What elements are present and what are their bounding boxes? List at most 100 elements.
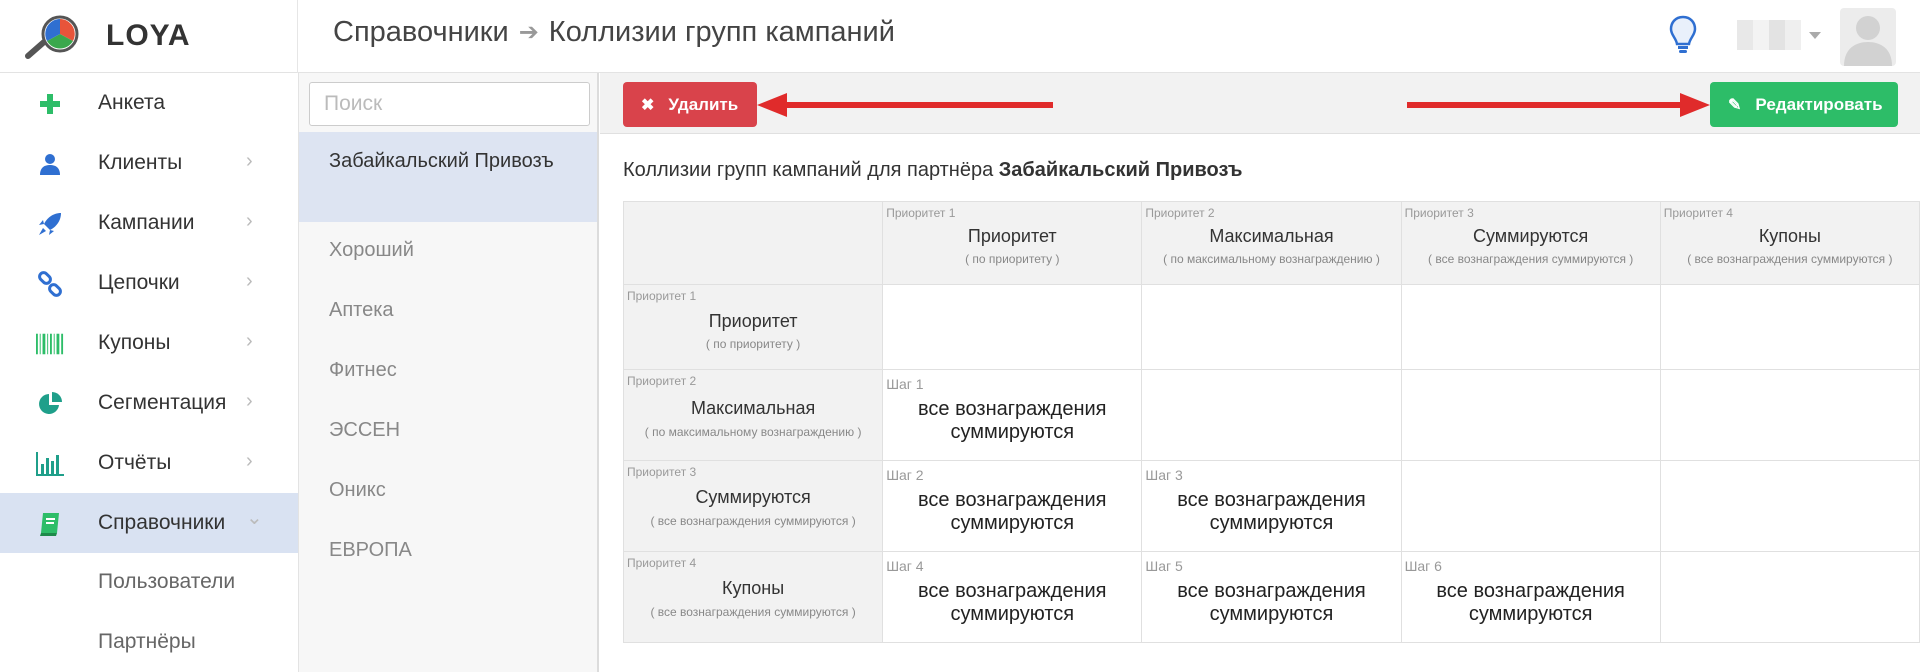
row-priority: Приоритет 2 [627,374,697,388]
matrix-cell-empty[interactable] [1400,460,1661,552]
logo[interactable]: LOYA [0,0,298,73]
close-icon: ✖ [641,96,655,114]
user-name[interactable] [1737,20,1801,50]
user-avatar-icon [1844,16,1892,66]
barcode-icon [36,330,64,358]
user-icon [36,150,64,178]
page-title: Коллизии групп кампаний [548,16,895,48]
row-priority: Приоритет 3 [627,465,697,479]
chevron-down-icon: ⌄ [246,507,263,529]
sidebar-item-label: Клиенты [98,151,183,174]
sidebar-item-clients[interactable]: Клиенты › [0,133,298,193]
partners-panel: Забайкальский Привозъ Хороший Аптека Фит… [299,73,599,672]
chevron-right-icon: › [246,150,253,172]
column-name: Суммируются [1473,226,1589,246]
sidebar-subitem-users[interactable]: Пользователи [98,570,235,594]
step-text: все вознаграждения суммируются [918,580,1107,625]
column-priority: Приоритет 1 [886,206,956,220]
matrix-row: Приоритет 1 Приоритет ( по приоритету ) [622,284,1920,370]
partner-item[interactable]: ЭССЕН [299,419,597,442]
lightbulb-icon[interactable] [1668,14,1698,56]
avatar[interactable] [1840,8,1896,66]
column-priority: Приоритет 2 [1145,206,1215,220]
partner-item[interactable]: Хороший [299,239,597,262]
sidebar-item-segmentation[interactable]: Сегментация › [0,373,298,433]
matrix-cell-empty[interactable] [1141,284,1402,370]
matrix-cell-empty[interactable] [1400,284,1661,370]
sidebar-item-campaigns[interactable]: Кампании › [0,193,298,253]
sidebar-item-coupons[interactable]: Купоны › [0,313,298,373]
row-desc: ( по приоритету ) [705,337,801,351]
partner-item-active[interactable]: Забайкальский Привозъ [299,132,597,222]
column-header: Приоритет 2 Максимальная ( по максимальн… [1141,201,1402,285]
row-header: Приоритет 1 Приоритет ( по приоритету ) [622,284,884,370]
search-input[interactable] [309,82,590,126]
sidebar-item-chains[interactable]: Цепочки › [0,253,298,313]
column-desc: ( все вознаграждения суммируются ) [1687,252,1893,266]
column-desc: ( по приоритету ) [965,252,1060,266]
bar-chart-icon [36,450,64,478]
pie-chart-icon [36,390,64,418]
sidebar-item-directories[interactable]: Справочники ⌄ [0,493,298,553]
row-priority: Приоритет 1 [627,289,697,303]
step-label: Шаг 6 [1404,558,1442,574]
matrix-header-row: Приоритет 1 Приоритет ( по приоритету ) … [622,201,1920,285]
column-desc: ( все вознаграждения суммируются ) [1428,252,1634,266]
rocket-icon [36,210,64,238]
edit-button-label: Редактировать [1755,94,1883,114]
matrix-cell[interactable]: Шаг 1 все вознаграждения суммируются [882,369,1143,461]
matrix-cell[interactable]: Шаг 2 все вознаграждения суммируются [882,460,1143,552]
step-label: Шаг 1 [886,376,924,392]
step-text: все вознаграждения суммируются [1177,489,1366,534]
matrix-cell[interactable]: Шаг 6 все вознаграждения суммируются [1400,551,1661,643]
sidebar-item-label: Кампании [98,211,195,234]
plus-icon [36,90,64,118]
partner-item[interactable]: ЕВРОПА [299,539,597,562]
breadcrumb: Справочники ➔ Коллизии групп кампаний [333,16,895,49]
step-text: все вознаграждения суммируются [1177,580,1366,625]
matrix-cell[interactable]: Шаг 3 все вознаграждения суммируются [1141,460,1402,552]
sidebar-item-anketa[interactable]: Анкета [0,73,298,133]
column-name: Приоритет [967,226,1057,246]
sidebar-item-label: Купоны [98,331,171,354]
sidebar-item-label: Сегментация [98,391,227,414]
partner-item[interactable]: Фитнес [299,359,597,382]
chevron-right-icon: › [246,330,253,352]
chevron-right-icon: › [246,270,253,292]
sidebar-item-reports[interactable]: Отчёты › [0,433,298,493]
matrix-cell[interactable]: Шаг 4 все вознаграждения суммируются [882,551,1143,643]
chevron-right-icon: › [246,210,253,232]
chevron-right-icon: › [246,390,253,412]
matrix-cell-empty[interactable] [882,284,1143,370]
row-header: Приоритет 2 Максимальная ( по максимальн… [622,369,884,461]
partner-item[interactable]: Оникс [299,479,597,502]
matrix-cell-empty[interactable] [1400,369,1661,461]
matrix-row: Приоритет 2 Максимальная ( по максимальн… [622,369,1920,461]
breadcrumb-section[interactable]: Справочники [333,16,509,49]
sidebar-subitem-partners[interactable]: Партнёры [98,630,196,654]
book-icon [36,510,64,538]
delete-button[interactable]: ✖ Удалить [623,82,757,127]
step-label: Шаг 2 [886,467,924,483]
column-priority: Приоритет 3 [1404,206,1474,220]
step-label: Шаг 3 [1145,467,1183,483]
sidebar-item-label: Анкета [98,91,166,114]
matrix-row: Приоритет 3 Суммируются ( все вознагражд… [622,460,1920,552]
main-content: ✖ Удалить ✎ Редактировать Коллизии групп… [600,73,1920,672]
breadcrumb-arrow-icon: ➔ [518,19,539,46]
matrix-cell-empty[interactable] [1141,369,1402,461]
matrix-cell-empty[interactable] [1659,369,1920,461]
matrix-cell-empty[interactable] [1659,551,1920,643]
chevron-down-icon[interactable] [1809,32,1821,39]
matrix-cell[interactable]: Шаг 5 все вознаграждения суммируются [1141,551,1402,643]
partner-item[interactable]: Аптека [299,299,597,322]
toolbar: ✖ Удалить ✎ Редактировать [600,73,1920,134]
column-desc: ( по максимальному вознаграждению ) [1163,252,1380,266]
step-text: все вознаграждения суммируются [918,398,1107,443]
app-name: LOYA [106,19,191,52]
matrix-cell-empty[interactable] [1659,460,1920,552]
edit-button[interactable]: ✎ Редактировать [1710,82,1898,127]
column-priority: Приоритет 4 [1663,206,1733,220]
matrix-cell-empty[interactable] [1659,284,1920,370]
top-header: LOYA Справочники ➔ Коллизии групп кампан… [0,0,1920,73]
